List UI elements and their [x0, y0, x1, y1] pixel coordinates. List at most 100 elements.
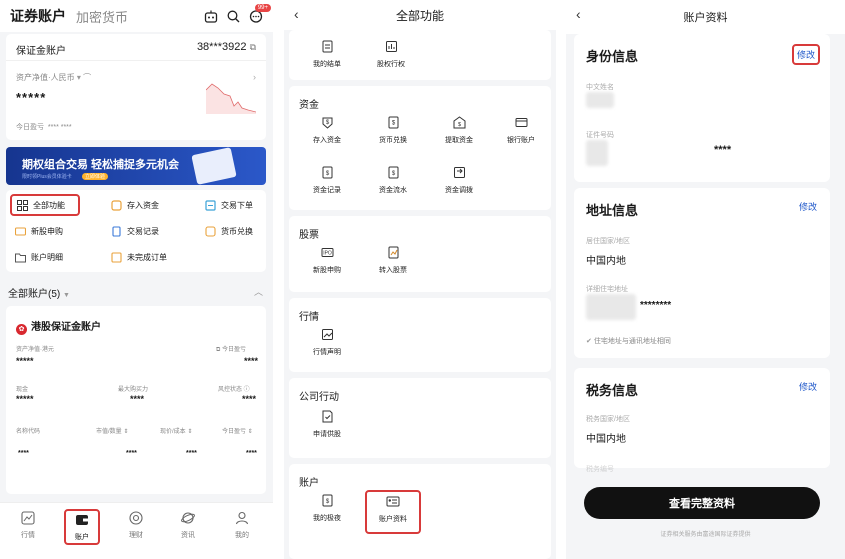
page-title: 全部功能 — [395, 8, 444, 23]
promo-banner[interactable]: 期权组合交易 轻松捕捉多元机会 限时领Plus会员体验卡 立即体验 — [6, 147, 266, 185]
tab-securities-account[interactable]: 证券账户 — [10, 6, 66, 26]
trade-records-button[interactable]: 交易记录 — [106, 220, 163, 242]
svg-text:$: $ — [457, 122, 460, 128]
fund-record-icon: $ — [320, 166, 334, 180]
section-funds: 资金 $ 存入资金 $ 货币兑换 $ 提取资金 银行账户 $ 资金记录 $ 资金流水 资金… — [289, 86, 551, 210]
quote-chart-icon — [320, 328, 334, 342]
svg-text:$: $ — [325, 120, 329, 126]
hk-risk-label: 风控状态 ⓘ — [218, 387, 250, 393]
row-pnl: **** — [246, 450, 257, 457]
search-icon[interactable] — [227, 10, 240, 23]
bottom-tab-bar: 行情 账户 理财 资讯 我的 — [0, 502, 273, 559]
hk-risk-value: **** — [242, 394, 257, 404]
tab-crypto[interactable]: 加密货币 — [76, 7, 128, 26]
exchange-icon: $ — [386, 116, 400, 130]
banner-button[interactable]: 立即体验 — [82, 173, 109, 180]
wallet-icon — [74, 513, 90, 529]
item-my-statement[interactable]: 我的结单 — [299, 40, 355, 69]
id-number-value: **** — [714, 144, 732, 156]
all-functions-button[interactable]: 全部功能 — [10, 194, 80, 216]
hk-cash-value: ***** — [16, 394, 34, 404]
id-number-label: 证件号码 — [586, 132, 614, 139]
pending-orders-button[interactable]: 未完成订单 — [106, 246, 171, 268]
account-details-button[interactable]: 账户明细 — [10, 246, 67, 268]
deposit-icon — [110, 199, 122, 211]
collapse-icon[interactable]: ︿ — [254, 285, 263, 298]
tax-region-label: 税务国家/地区 — [586, 416, 630, 423]
back-arrow-icon[interactable]: ‹ — [294, 6, 299, 22]
item-withdraw[interactable]: $ 提取资金 — [431, 116, 487, 145]
record-icon — [110, 225, 122, 237]
tax-edit-link[interactable]: 修改 — [796, 378, 820, 395]
order-icon — [110, 251, 122, 263]
svg-text:$: $ — [325, 499, 329, 505]
item-currency-exchange[interactable]: $ 货币兑换 — [365, 116, 421, 145]
section-title-corporate-action: 公司行动 — [299, 392, 339, 403]
currency-exchange-button[interactable]: 货币兑换 — [200, 220, 257, 242]
tab-account[interactable]: 账户 — [64, 509, 100, 545]
item-fund-records[interactable]: $ 资金记录 — [299, 166, 355, 195]
message-icon[interactable]: 99+ — [249, 3, 271, 23]
tab-wealth[interactable]: 理财 — [116, 511, 156, 540]
col-name-code[interactable]: 名称代码 — [16, 426, 40, 435]
item-option-exercise[interactable]: 股权行权 — [363, 40, 419, 69]
item-transfer-stocks[interactable]: 转入股票 — [365, 246, 421, 275]
section-title-account: 账户 — [299, 478, 319, 489]
id-card-icon — [386, 495, 400, 509]
address-edit-link[interactable]: 修改 — [796, 198, 820, 215]
section-corporate-action: 公司行动 申请供股 — [289, 378, 551, 458]
tab-me[interactable]: 我的 — [222, 511, 262, 540]
hk-margin-account-card[interactable]: ✿ 港股保证金账户 资产净值·港元 ***** ⧉ 今日盈亏 **** 现金 **… — [6, 306, 266, 494]
ipo-icon — [14, 225, 26, 237]
account-screen: 证券账户 加密货币 99+ 保证金账户 38***3922 ⧉ 资产净值·人民币… — [0, 0, 273, 559]
account-summary-card[interactable]: 保证金账户 38***3922 ⧉ 资产净值·人民币 ▾ ⌒ › ***** 今… — [6, 34, 266, 140]
item-account-profile[interactable]: 账户资料 — [365, 490, 421, 534]
row-price: **** — [186, 450, 197, 457]
address-card: 地址信息 修改 居住国家/地区 中国内地 详细住宅地址 ******** ✔ 住… — [574, 188, 830, 358]
col-today-pnl[interactable]: 今日盈亏 ⇕ — [222, 426, 253, 435]
divider — [6, 60, 266, 61]
item-fund-transfer[interactable]: 资金调拨 — [431, 166, 487, 195]
item-my-collection[interactable]: $ 我的极夜 — [299, 494, 355, 523]
item-ipo[interactable]: IPO 新股申购 — [299, 246, 355, 275]
item-fund-flow[interactable]: $ 资金流水 — [365, 166, 421, 195]
all-accounts-header[interactable]: 全部账户(5) ▼ — [8, 285, 70, 300]
back-arrow-icon[interactable]: ‹ — [576, 6, 581, 22]
deposit-funds-button[interactable]: 存入资金 — [106, 194, 163, 216]
hk-buying-power-label: 最大购买力 — [118, 387, 149, 393]
hk-pnl-value: **** — [244, 356, 259, 366]
item-bank-account[interactable]: 银行账户 — [493, 116, 549, 145]
deposit-icon: $ — [320, 116, 334, 130]
tab-market[interactable]: 行情 — [8, 511, 48, 540]
item-deposit[interactable]: $ 存入资金 — [299, 116, 355, 145]
ipo-subscription-button[interactable]: 新股申购 — [10, 220, 67, 242]
notification-badge: 99+ — [254, 3, 271, 12]
footer-note: 证券相关服务由富途国际证券提供 — [660, 532, 751, 538]
item-rights-issue[interactable]: 申请供股 — [299, 410, 355, 439]
col-price-cost[interactable]: 现价/成本 ⇕ — [160, 426, 192, 435]
robot-icon[interactable] — [204, 10, 218, 23]
place-order-button[interactable]: 交易下单 — [200, 194, 257, 216]
trade-icon — [204, 199, 216, 211]
planet-icon — [180, 511, 196, 527]
net-asset-value: ***** — [16, 90, 47, 105]
account-number[interactable]: 38***3922 ⧉ — [197, 41, 256, 53]
redacted-name — [586, 92, 614, 108]
identity-card: 身份信息 修改 中文姓名 证件号码 **** — [574, 34, 830, 182]
col-market-value[interactable]: 市值/数量 ⇕ — [96, 426, 128, 435]
view-full-profile-button[interactable]: 查看完整资料 — [584, 487, 820, 519]
statement-icon — [320, 40, 334, 54]
item-quote-statement[interactable]: 行情声明 — [299, 328, 355, 357]
copy-icon[interactable]: ⧉ — [250, 42, 256, 52]
today-pnl: 今日盈亏 **** **** — [16, 124, 72, 131]
identity-edit-link[interactable]: 修改 — [791, 44, 820, 65]
same-address-note: ✔ 住宅地址与通讯地址相同 — [586, 338, 671, 345]
tab-news[interactable]: 资讯 — [168, 511, 208, 540]
page-title: 账户资料 — [683, 12, 728, 24]
asset-trend-sparkline — [206, 83, 256, 114]
identity-title: 身份信息 — [586, 49, 639, 64]
ipo-icon: IPO — [320, 246, 334, 260]
svg-text:$: $ — [325, 171, 329, 177]
row-market-value: **** — [126, 450, 137, 457]
nav-bar: ‹ 账户资料 — [566, 0, 845, 34]
